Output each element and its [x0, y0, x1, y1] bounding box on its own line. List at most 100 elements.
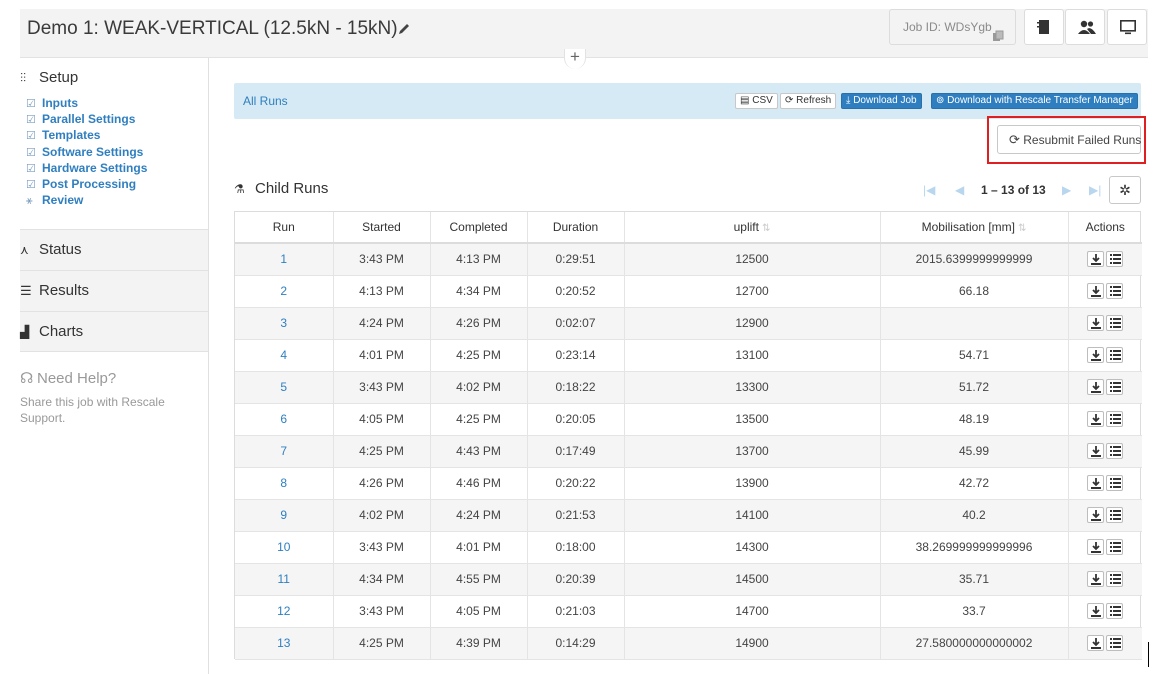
table-row: 1 3:43 PM 4:13 PM 0:29:51 12500 2015.63999999…: [235, 243, 1142, 276]
view-run-details-button[interactable]: [1106, 571, 1124, 587]
status-label: Status: [39, 241, 82, 258]
view-run-details-button[interactable]: [1106, 347, 1124, 363]
download-run-button[interactable]: [1087, 347, 1105, 363]
col-header-run[interactable]: Run: [235, 212, 334, 244]
run-link[interactable]: 6: [235, 403, 334, 436]
started-cell: 3:43 PM: [333, 371, 431, 404]
run-link[interactable]: 3: [235, 307, 334, 340]
sidebar-item-status[interactable]: ⋏ Status: [20, 229, 208, 270]
download-run-button[interactable]: [1087, 635, 1105, 651]
duration-cell: 0:29:51: [527, 243, 625, 276]
view-run-details-button[interactable]: [1106, 475, 1124, 491]
pencil-icon[interactable]: [397, 22, 411, 36]
share-button[interactable]: [1065, 9, 1105, 45]
uplift-cell: 14900: [624, 627, 881, 660]
view-run-details-button[interactable]: [1106, 635, 1124, 651]
view-run-details-button[interactable]: [1106, 603, 1124, 619]
child-runs-table: Run Started Completed Duration uplift ⇅ M…: [234, 211, 1142, 660]
setup-label: Setup: [39, 69, 79, 86]
run-link[interactable]: 5: [235, 371, 334, 404]
download-run-button[interactable]: [1087, 283, 1105, 299]
download-run-button[interactable]: [1087, 411, 1105, 427]
mobilisation-cell: 38.269999999999996: [880, 531, 1069, 564]
run-link[interactable]: 11: [235, 563, 334, 596]
first-page-icon[interactable]: |◀: [923, 183, 935, 197]
run-link[interactable]: 13: [235, 627, 334, 660]
view-run-details-button[interactable]: [1106, 411, 1124, 427]
csv-button[interactable]: ▤ CSV: [735, 93, 778, 109]
download-transfer-manager-button[interactable]: ⊚ Download with Rescale Transfer Manager: [931, 93, 1138, 109]
col-header-actions: Actions: [1068, 212, 1142, 244]
duration-cell: 0:20:22: [527, 467, 625, 500]
download-run-button[interactable]: [1087, 379, 1105, 395]
sort-icon[interactable]: ⇅: [1018, 223, 1026, 234]
view-run-details-button[interactable]: [1106, 539, 1124, 555]
download-job-button[interactable]: ⤓ Download Job: [841, 93, 922, 109]
sidebar-item-templates[interactable]: ☑ Templates: [26, 128, 147, 144]
page-title: Demo 1: WEAK-VERTICAL (12.5kN - 15kN): [27, 18, 398, 39]
download-run-button[interactable]: [1087, 251, 1105, 268]
started-cell: 4:24 PM: [333, 307, 431, 340]
view-run-details-button[interactable]: [1106, 251, 1124, 268]
run-link[interactable]: 12: [235, 595, 334, 628]
run-link[interactable]: 4: [235, 339, 334, 372]
run-link[interactable]: 7: [235, 435, 334, 468]
col-header-mobilisation[interactable]: Mobilisation [mm] ⇅: [880, 212, 1069, 244]
sidebar-item-post-processing[interactable]: ☑ Post Processing: [26, 177, 147, 193]
sidebar-item-review[interactable]: ⚹ Review: [26, 193, 147, 209]
view-run-details-button[interactable]: [1106, 507, 1124, 523]
actions-cell: [1068, 467, 1142, 500]
duration-cell: 0:02:07: [527, 307, 625, 340]
last-page-icon[interactable]: ▶|: [1089, 183, 1101, 197]
run-link[interactable]: 8: [235, 467, 334, 500]
view-run-details-button[interactable]: [1106, 379, 1124, 395]
checkbox-icon: ☑: [26, 98, 36, 110]
uplift-cell: 13700: [624, 435, 881, 468]
col-header-started[interactable]: Started: [333, 212, 431, 244]
sidebar: ⫶⫶ Setup ☑ Inputs ☑ Parallel Settings ☑ Temp…: [20, 58, 209, 674]
col-header-completed[interactable]: Completed: [430, 212, 528, 244]
add-tab-button[interactable]: +: [564, 48, 586, 69]
download-run-button[interactable]: [1087, 507, 1105, 523]
desktop-button[interactable]: [1107, 9, 1147, 45]
download-run-button[interactable]: [1087, 315, 1105, 331]
table-row: 10 3:43 PM 4:01 PM 0:18:00 14300 38.269999999…: [235, 531, 1142, 564]
notes-button[interactable]: [1024, 9, 1064, 45]
sidebar-item-label: Software Settings: [42, 144, 144, 159]
job-id-badge[interactable]: Job ID: WDsYgb: [889, 9, 1016, 45]
download-run-button[interactable]: [1087, 475, 1105, 491]
col-header-duration[interactable]: Duration: [527, 212, 625, 244]
actions-cell: [1068, 499, 1142, 532]
view-run-details-button[interactable]: [1106, 283, 1124, 299]
view-run-details-button[interactable]: [1106, 443, 1124, 459]
download-run-button[interactable]: [1087, 539, 1105, 555]
sidebar-item-inputs[interactable]: ☑ Inputs: [26, 96, 147, 112]
next-page-icon[interactable]: ▶: [1062, 183, 1071, 197]
download-run-button[interactable]: [1087, 603, 1105, 619]
mobilisation-cell: 2015.6399999999999: [880, 243, 1069, 276]
help-text[interactable]: Share this job with Rescale Support.: [20, 394, 195, 426]
resubmit-failed-runs-button[interactable]: ⟳ Resubmit Failed Runs: [997, 125, 1141, 154]
list-icon: ☰: [20, 283, 32, 298]
sort-icon[interactable]: ⇅: [762, 223, 770, 234]
run-link[interactable]: 9: [235, 499, 334, 532]
sidebar-item-results[interactable]: ☰ Results: [20, 270, 208, 311]
setup-section-header[interactable]: ⫶⫶ Setup: [20, 69, 78, 86]
run-link[interactable]: 1: [235, 243, 334, 276]
run-link[interactable]: 2: [235, 275, 334, 308]
sidebar-item-charts[interactable]: ▟ Charts: [20, 311, 208, 352]
sidebar-item-parallel-settings[interactable]: ☑ Parallel Settings: [26, 112, 147, 128]
col-header-uplift[interactable]: uplift ⇅: [624, 212, 881, 244]
view-run-details-button[interactable]: [1106, 315, 1124, 331]
download-run-button[interactable]: [1087, 571, 1105, 587]
sidebar-item-software-settings[interactable]: ☑ Software Settings: [26, 145, 147, 161]
run-link[interactable]: 10: [235, 531, 334, 564]
table-settings-button[interactable]: ✲: [1109, 176, 1141, 204]
prev-page-icon[interactable]: ◀: [955, 183, 964, 197]
refresh-button[interactable]: ⟳ Refresh: [780, 93, 837, 109]
download-run-button[interactable]: [1087, 443, 1105, 459]
sidebar-item-label: Inputs: [42, 96, 78, 110]
table-row: 3 4:24 PM 4:26 PM 0:02:07 12900: [235, 307, 1142, 340]
sidebar-item-hardware-settings[interactable]: ☑ Hardware Settings: [26, 161, 147, 177]
copy-icon[interactable]: [992, 21, 1004, 41]
